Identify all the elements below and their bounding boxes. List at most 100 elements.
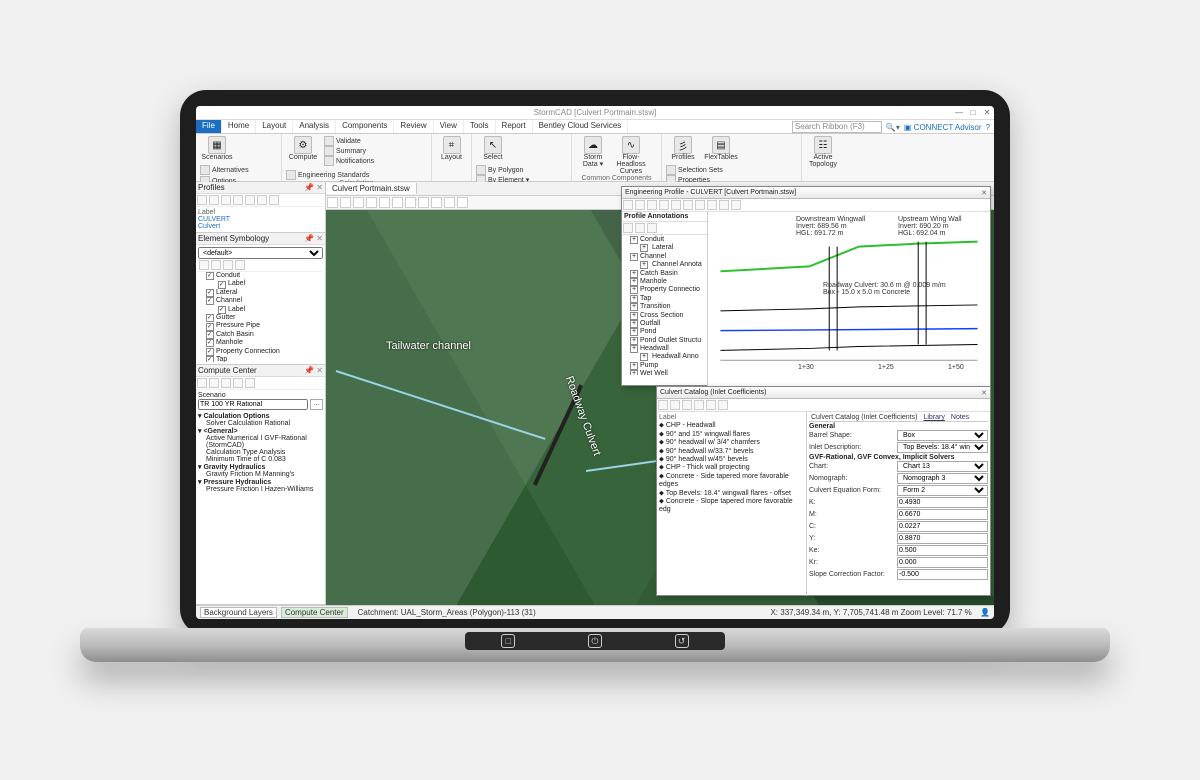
profile-tree-item[interactable]: +Outfall (624, 320, 705, 328)
catalog-list-item[interactable]: ⬥ 90° headwall w/45° bevels (659, 456, 804, 464)
search-icon[interactable]: 🔍▾ (886, 123, 900, 132)
catalog-list-item[interactable]: ⬥ 90° and 15° wingwall flares (659, 431, 804, 439)
symbology-item[interactable]: Tap (198, 356, 323, 362)
symbology-item[interactable]: Pressure Pipe (198, 322, 323, 330)
chart-select[interactable]: Chart 13 (897, 461, 988, 472)
profiles-item[interactable]: CULVERT (198, 216, 323, 223)
catalog-tab-notes[interactable]: Notes (951, 414, 969, 421)
tab-file[interactable]: File (196, 120, 222, 133)
engineering-profile-window[interactable]: Engineering Profile - CULVERT [Culvert P… (621, 186, 991, 386)
catalog-list-item[interactable]: ⬥ CHP - Thick wall projecting (659, 464, 804, 472)
maximize-button[interactable]: □ (968, 108, 978, 118)
ke-input[interactable] (897, 545, 988, 556)
y-input[interactable] (897, 533, 988, 544)
compute-group-header[interactable]: ▾ Gravity Hydraulics (198, 463, 323, 471)
symbology-item[interactable]: Conduit (198, 272, 323, 280)
pin-icon[interactable]: 📌 (304, 234, 314, 243)
profile-tree-item[interactable]: +Transition (624, 303, 705, 311)
close-icon[interactable]: ✕ (981, 189, 987, 197)
by-polygon-button[interactable]: By Polygon (476, 165, 529, 175)
catalog-list-item[interactable]: ⬥ 90° headwall w/ 3/4" chamfers (659, 439, 804, 447)
symbology-item[interactable]: Catch Basin (198, 331, 323, 339)
close-icon[interactable]: ✕ (316, 234, 323, 243)
scenario-more-icon[interactable]: … (310, 399, 323, 410)
symbology-item[interactable]: Gutter (198, 314, 323, 322)
profile-tree-item[interactable]: + Lateral (624, 244, 705, 252)
eng-standards-button[interactable]: Engineering Standards (286, 170, 369, 180)
close-icon[interactable]: ✕ (981, 389, 987, 397)
tab-review[interactable]: Review (394, 120, 433, 133)
alternatives-button[interactable]: Alternatives (200, 165, 249, 175)
profile-tree-item[interactable]: +Pond (624, 328, 705, 336)
barrel-shape-select[interactable]: Box (897, 430, 988, 441)
background-layers-tab[interactable]: Background Layers (200, 607, 277, 618)
profile-tree-item[interactable]: +Pond Outlet Structu (624, 337, 705, 345)
pin-icon[interactable]: 📌 (304, 366, 314, 375)
symbology-item[interactable]: Lateral (198, 289, 323, 297)
m-input[interactable] (897, 509, 988, 520)
catalog-list-item[interactable]: ⬥ CHP - Headwall (659, 422, 804, 430)
flextables-button[interactable]: ▤FlexTables (704, 136, 738, 161)
profile-tree-item[interactable]: +Tap (624, 295, 705, 303)
catalog-list-item[interactable]: ⬥ Concrete - Slope tapered more favorabl… (659, 498, 804, 515)
summary-button[interactable]: Summary (324, 146, 374, 156)
connect-advisor-button[interactable]: ▣ CONNECT Advisor (904, 123, 982, 132)
flow-curves-button[interactable]: ∿Flow-Headloss Curves (614, 136, 648, 175)
culvert-catalog-window[interactable]: Culvert Catalog (Inlet Coefficients)✕ La… (656, 386, 991, 596)
layout-button[interactable]: ⌗Layout (436, 136, 467, 161)
eqform-select[interactable]: Form 2 (897, 485, 988, 496)
tab-analysis[interactable]: Analysis (293, 120, 336, 133)
c-input[interactable] (897, 521, 988, 532)
pin-icon[interactable]: 📌 (304, 183, 314, 192)
catalog-list-item[interactable]: ⬥ 90° headwall w/33.7° bevels (659, 448, 804, 456)
profile-tree-item[interactable]: +Cross Section (624, 312, 705, 320)
tab-cloud[interactable]: Bentley Cloud Services (533, 120, 629, 133)
scenarios-button[interactable]: ▦Scenarios (200, 136, 234, 161)
close-icon[interactable]: ✕ (316, 183, 323, 192)
compute-group-header[interactable]: ▾ <General> (198, 427, 323, 435)
profile-tree-item[interactable]: +Conduit (624, 236, 705, 244)
profile-tree-item[interactable]: +Catch Basin (624, 270, 705, 278)
help-icon[interactable]: ? (986, 123, 990, 132)
kr-input[interactable] (897, 557, 988, 568)
profile-tree-item[interactable]: +Manhole (624, 278, 705, 286)
profiles-button[interactable]: ⼺Profiles (666, 136, 700, 161)
k-input[interactable] (897, 497, 988, 508)
tab-report[interactable]: Report (496, 120, 533, 133)
symbology-preset[interactable]: <default> (198, 247, 323, 259)
close-button[interactable]: ✕ (982, 108, 992, 118)
catalog-list-item[interactable]: ⬥ Concrete - Side tapered more favorable… (659, 473, 804, 490)
notifications-button[interactable]: Notifications (324, 156, 374, 166)
profiles-item[interactable]: Culvert (198, 223, 323, 230)
document-tab[interactable]: Culvert Portmain.stsw (326, 183, 417, 194)
profile-tree-item[interactable]: + Channel Annota (624, 261, 705, 269)
minimize-button[interactable]: — (954, 108, 964, 118)
symbology-item[interactable]: Label (198, 280, 323, 288)
compute-group-header[interactable]: ▾ Pressure Hydraulics (198, 478, 323, 486)
select-button[interactable]: ↖Select (476, 136, 510, 161)
profile-chart[interactable]: Downstream WingwallInvert: 689.56 mHGL: … (708, 212, 990, 386)
nomograph-select[interactable]: Nomograph 3 (897, 473, 988, 484)
symbology-item[interactable]: Channel (198, 297, 323, 305)
selection-sets-button[interactable]: Selection Sets (666, 165, 723, 175)
tab-components[interactable]: Components (336, 120, 394, 133)
close-icon[interactable]: ✕ (316, 366, 323, 375)
tab-view[interactable]: View (434, 120, 464, 133)
symbology-item[interactable]: Property Connection (198, 348, 323, 356)
catalog-tab-library[interactable]: Library (923, 414, 944, 421)
symbology-item[interactable]: Manhole (198, 339, 323, 347)
tab-tools[interactable]: Tools (464, 120, 496, 133)
profile-tree-item[interactable]: +Property Connectio (624, 286, 705, 294)
inlet-description-select[interactable]: Top Bevels: 18.4° wingwall flares - off (897, 442, 988, 453)
tab-layout[interactable]: Layout (256, 120, 293, 133)
compute-group-header[interactable]: ▾ Calculation Options (198, 412, 323, 420)
profile-tree-item[interactable]: +Pump (624, 362, 705, 370)
profile-tree-item[interactable]: +Wet Well (624, 370, 705, 375)
compute-center-tab[interactable]: Compute Center (281, 607, 348, 618)
profile-tree-item[interactable]: +Channel (624, 253, 705, 261)
validate-button[interactable]: Validate (324, 136, 374, 146)
scenario-select[interactable] (198, 399, 308, 410)
catalog-list-item[interactable]: ⬥ Top Bevels: 18.4° wingwall flares - of… (659, 490, 804, 498)
symbology-item[interactable]: Label (198, 306, 323, 314)
profile-tree-item[interactable]: +Headwall (624, 345, 705, 353)
